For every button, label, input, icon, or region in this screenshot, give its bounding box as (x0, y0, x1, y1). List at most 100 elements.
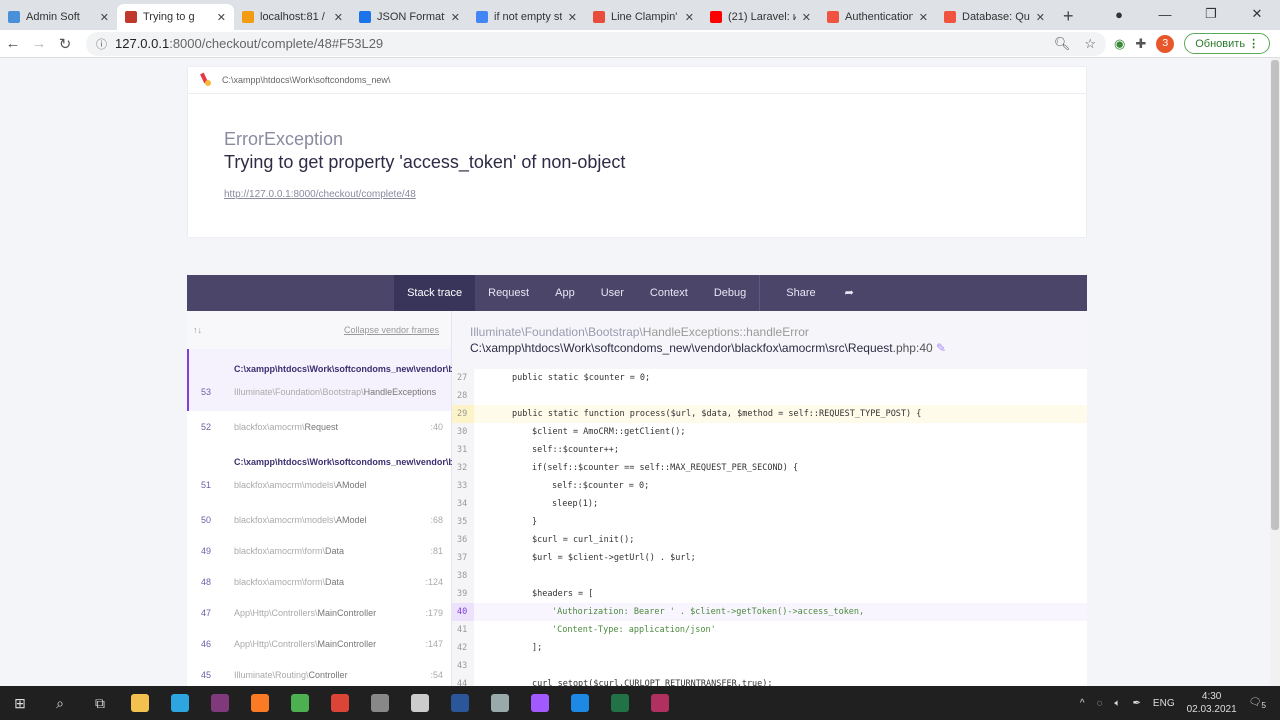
stack-frame[interactable]: 50 blackfox\amocrm\models\AModel:68 (187, 504, 451, 535)
language-indicator[interactable]: ENG (1153, 698, 1175, 709)
code-line[interactable]: 33 self::$counter = 0; (452, 477, 1087, 495)
line-number[interactable]: 42 (452, 639, 474, 657)
search-icon[interactable]: ⌕ (40, 686, 80, 720)
bookmark-star-icon[interactable]: ☆ (1084, 36, 1096, 52)
stack-frame[interactable]: 47 App\Http\Controllers\MainController:17… (187, 597, 451, 628)
stack-tab[interactable]: Stack trace (394, 275, 476, 311)
code-line[interactable]: 29 public static function process($url, $… (452, 405, 1087, 423)
reload-button[interactable]: ↻ (52, 35, 78, 53)
extension-globe-icon[interactable]: ◉ (1114, 36, 1125, 52)
edit-pencil-icon[interactable]: ✎ (936, 341, 946, 355)
extensions-puzzle-icon[interactable]: ✚ (1135, 36, 1146, 52)
close-window-button[interactable]: ✕ (1234, 6, 1280, 22)
minimize-button[interactable]: — (1142, 7, 1188, 22)
task-view-icon[interactable]: ⧉ (80, 686, 120, 720)
new-tab-button[interactable]: + (1053, 4, 1084, 30)
browser-tab[interactable]: localhost:81 / l ✕ (234, 4, 351, 30)
line-number[interactable]: 36 (452, 531, 474, 549)
code-line[interactable]: 31 self::$counter++; (452, 441, 1087, 459)
browser-tab[interactable]: JSON Formatt ✕ (351, 4, 468, 30)
taskbar-app-excel[interactable] (600, 686, 640, 720)
line-number[interactable]: 38 (452, 567, 474, 585)
line-number[interactable]: 31 (452, 441, 474, 459)
clock[interactable]: 4:30 02.03.2021 (1187, 690, 1237, 716)
code-line[interactable]: 37 $url = $client->getUrl() . $url; (452, 549, 1087, 567)
stack-tab[interactable]: Context (637, 275, 701, 311)
browser-tab[interactable]: Admin Soft ✕ (0, 4, 117, 30)
tab-close-icon[interactable]: ✕ (217, 11, 226, 24)
code-line[interactable]: 35} (452, 513, 1087, 531)
stack-frame[interactable]: 48 blackfox\amocrm\form\Data:124 (187, 566, 451, 597)
stack-frame[interactable]: 45 Illuminate\Routing\Controller:54 (187, 659, 451, 686)
browser-tab[interactable]: (21) Laravel: и ✕ (702, 4, 819, 30)
volume-icon[interactable]: 🔈︎ (1115, 698, 1121, 709)
line-number[interactable]: 29 (452, 405, 474, 423)
line-number[interactable]: 41 (452, 621, 474, 639)
taskbar-app-word[interactable] (440, 686, 480, 720)
code-line[interactable]: 38 (452, 567, 1087, 585)
line-number[interactable]: 37 (452, 549, 474, 567)
share-button[interactable]: Share ➦ (760, 275, 880, 311)
profile-icon[interactable]: ● (1096, 7, 1142, 22)
code-line[interactable]: 41 'Content-Type: application/json' (452, 621, 1087, 639)
stack-frame[interactable]: C:\xampp\htdocs\Work\softcondoms_new\ven… (187, 442, 452, 504)
menu-dots-icon[interactable]: ⋮ (1248, 38, 1259, 50)
zoom-icon[interactable]: 🔍︎ (1054, 36, 1071, 52)
browser-tab[interactable]: Trying to g ✕ (117, 4, 234, 30)
tab-close-icon[interactable]: ✕ (100, 11, 109, 24)
code-line[interactable]: 27 public static $counter = 0; (452, 369, 1087, 387)
taskbar-app-telegram[interactable] (160, 686, 200, 720)
code-line[interactable]: 28 (452, 387, 1087, 405)
line-number[interactable]: 30 (452, 423, 474, 441)
taskbar-app-app2[interactable] (480, 686, 520, 720)
code-line[interactable]: 39 $headers = [ (452, 585, 1087, 603)
request-url-link[interactable]: http://127.0.0.1:8000/checkout/complete/… (224, 189, 416, 200)
start-button[interactable]: ⊞ (0, 686, 40, 720)
stack-frame[interactable]: 49 blackfox\amocrm\form\Data:81 (187, 535, 451, 566)
line-number[interactable]: 32 (452, 459, 474, 477)
browser-tab[interactable]: Authentication ✕ (819, 4, 936, 30)
tab-close-icon[interactable]: ✕ (451, 11, 460, 24)
browser-tab[interactable]: if not empty st ✕ (468, 4, 585, 30)
notifications-icon[interactable]: 🗨︎5 (1249, 697, 1266, 710)
tab-close-icon[interactable]: ✕ (685, 11, 694, 24)
stack-tab[interactable]: User (588, 275, 637, 311)
back-button[interactable]: ← (0, 35, 26, 52)
stack-tab[interactable]: Debug (701, 275, 759, 311)
collapse-vendor-frames-button[interactable]: Collapse vendor frames (344, 325, 439, 335)
stack-frame[interactable]: 52 blackfox\amocrm\Request:40 (187, 411, 451, 442)
code-line[interactable]: 30 $client = AmoCRM::getClient(); (452, 423, 1087, 441)
code-line[interactable]: 42]; (452, 639, 1087, 657)
taskbar-app-file-explorer[interactable] (120, 686, 160, 720)
code-line[interactable]: 44 curl_setopt($curl,CURLOPT_RETURNTRANSF… (452, 675, 1087, 686)
code-line[interactable]: 40 'Authorization: Bearer ' . $client->ge… (452, 603, 1087, 621)
page-scrollbar[interactable] (1270, 58, 1280, 686)
line-number[interactable]: 44 (452, 675, 474, 686)
taskbar-app-onenote[interactable] (200, 686, 240, 720)
line-number[interactable]: 39 (452, 585, 474, 603)
line-number[interactable]: 43 (452, 657, 474, 675)
taskbar-app-phpstorm[interactable] (520, 686, 560, 720)
taskbar-app-xampp[interactable] (240, 686, 280, 720)
sort-arrows-icon[interactable]: ↑↓ (193, 325, 202, 335)
line-number[interactable]: 28 (452, 387, 474, 405)
pen-icon[interactable]: ✒ (1133, 698, 1141, 709)
tab-close-icon[interactable]: ✕ (802, 11, 811, 24)
line-number[interactable]: 27 (452, 369, 474, 387)
network-icon[interactable]: ◌ (1097, 698, 1103, 709)
forward-button[interactable]: → (26, 35, 52, 52)
stack-frame[interactable]: C:\xampp\htdocs\Work\softcondoms_new\ven… (187, 349, 452, 411)
tab-close-icon[interactable]: ✕ (334, 11, 343, 24)
tray-chevron-icon[interactable]: ^ (1080, 698, 1085, 709)
stack-frame[interactable]: 46 App\Http\Controllers\MainController:14… (187, 628, 451, 659)
line-number[interactable]: 34 (452, 495, 474, 513)
taskbar-app-settings[interactable] (400, 686, 440, 720)
profile-avatar[interactable]: З (1156, 34, 1175, 53)
code-line[interactable]: 36 $curl = curl_init(); (452, 531, 1087, 549)
update-button[interactable]: Обновить ⋮ (1184, 33, 1271, 54)
taskbar-app-app3[interactable] (560, 686, 600, 720)
tab-close-icon[interactable]: ✕ (919, 11, 928, 24)
taskbar-app-app[interactable] (360, 686, 400, 720)
address-bar[interactable]: ⓘ 127.0.0.1:8000/checkout/complete/48#F5… (86, 31, 1106, 56)
stack-tab[interactable]: Request (475, 275, 542, 311)
